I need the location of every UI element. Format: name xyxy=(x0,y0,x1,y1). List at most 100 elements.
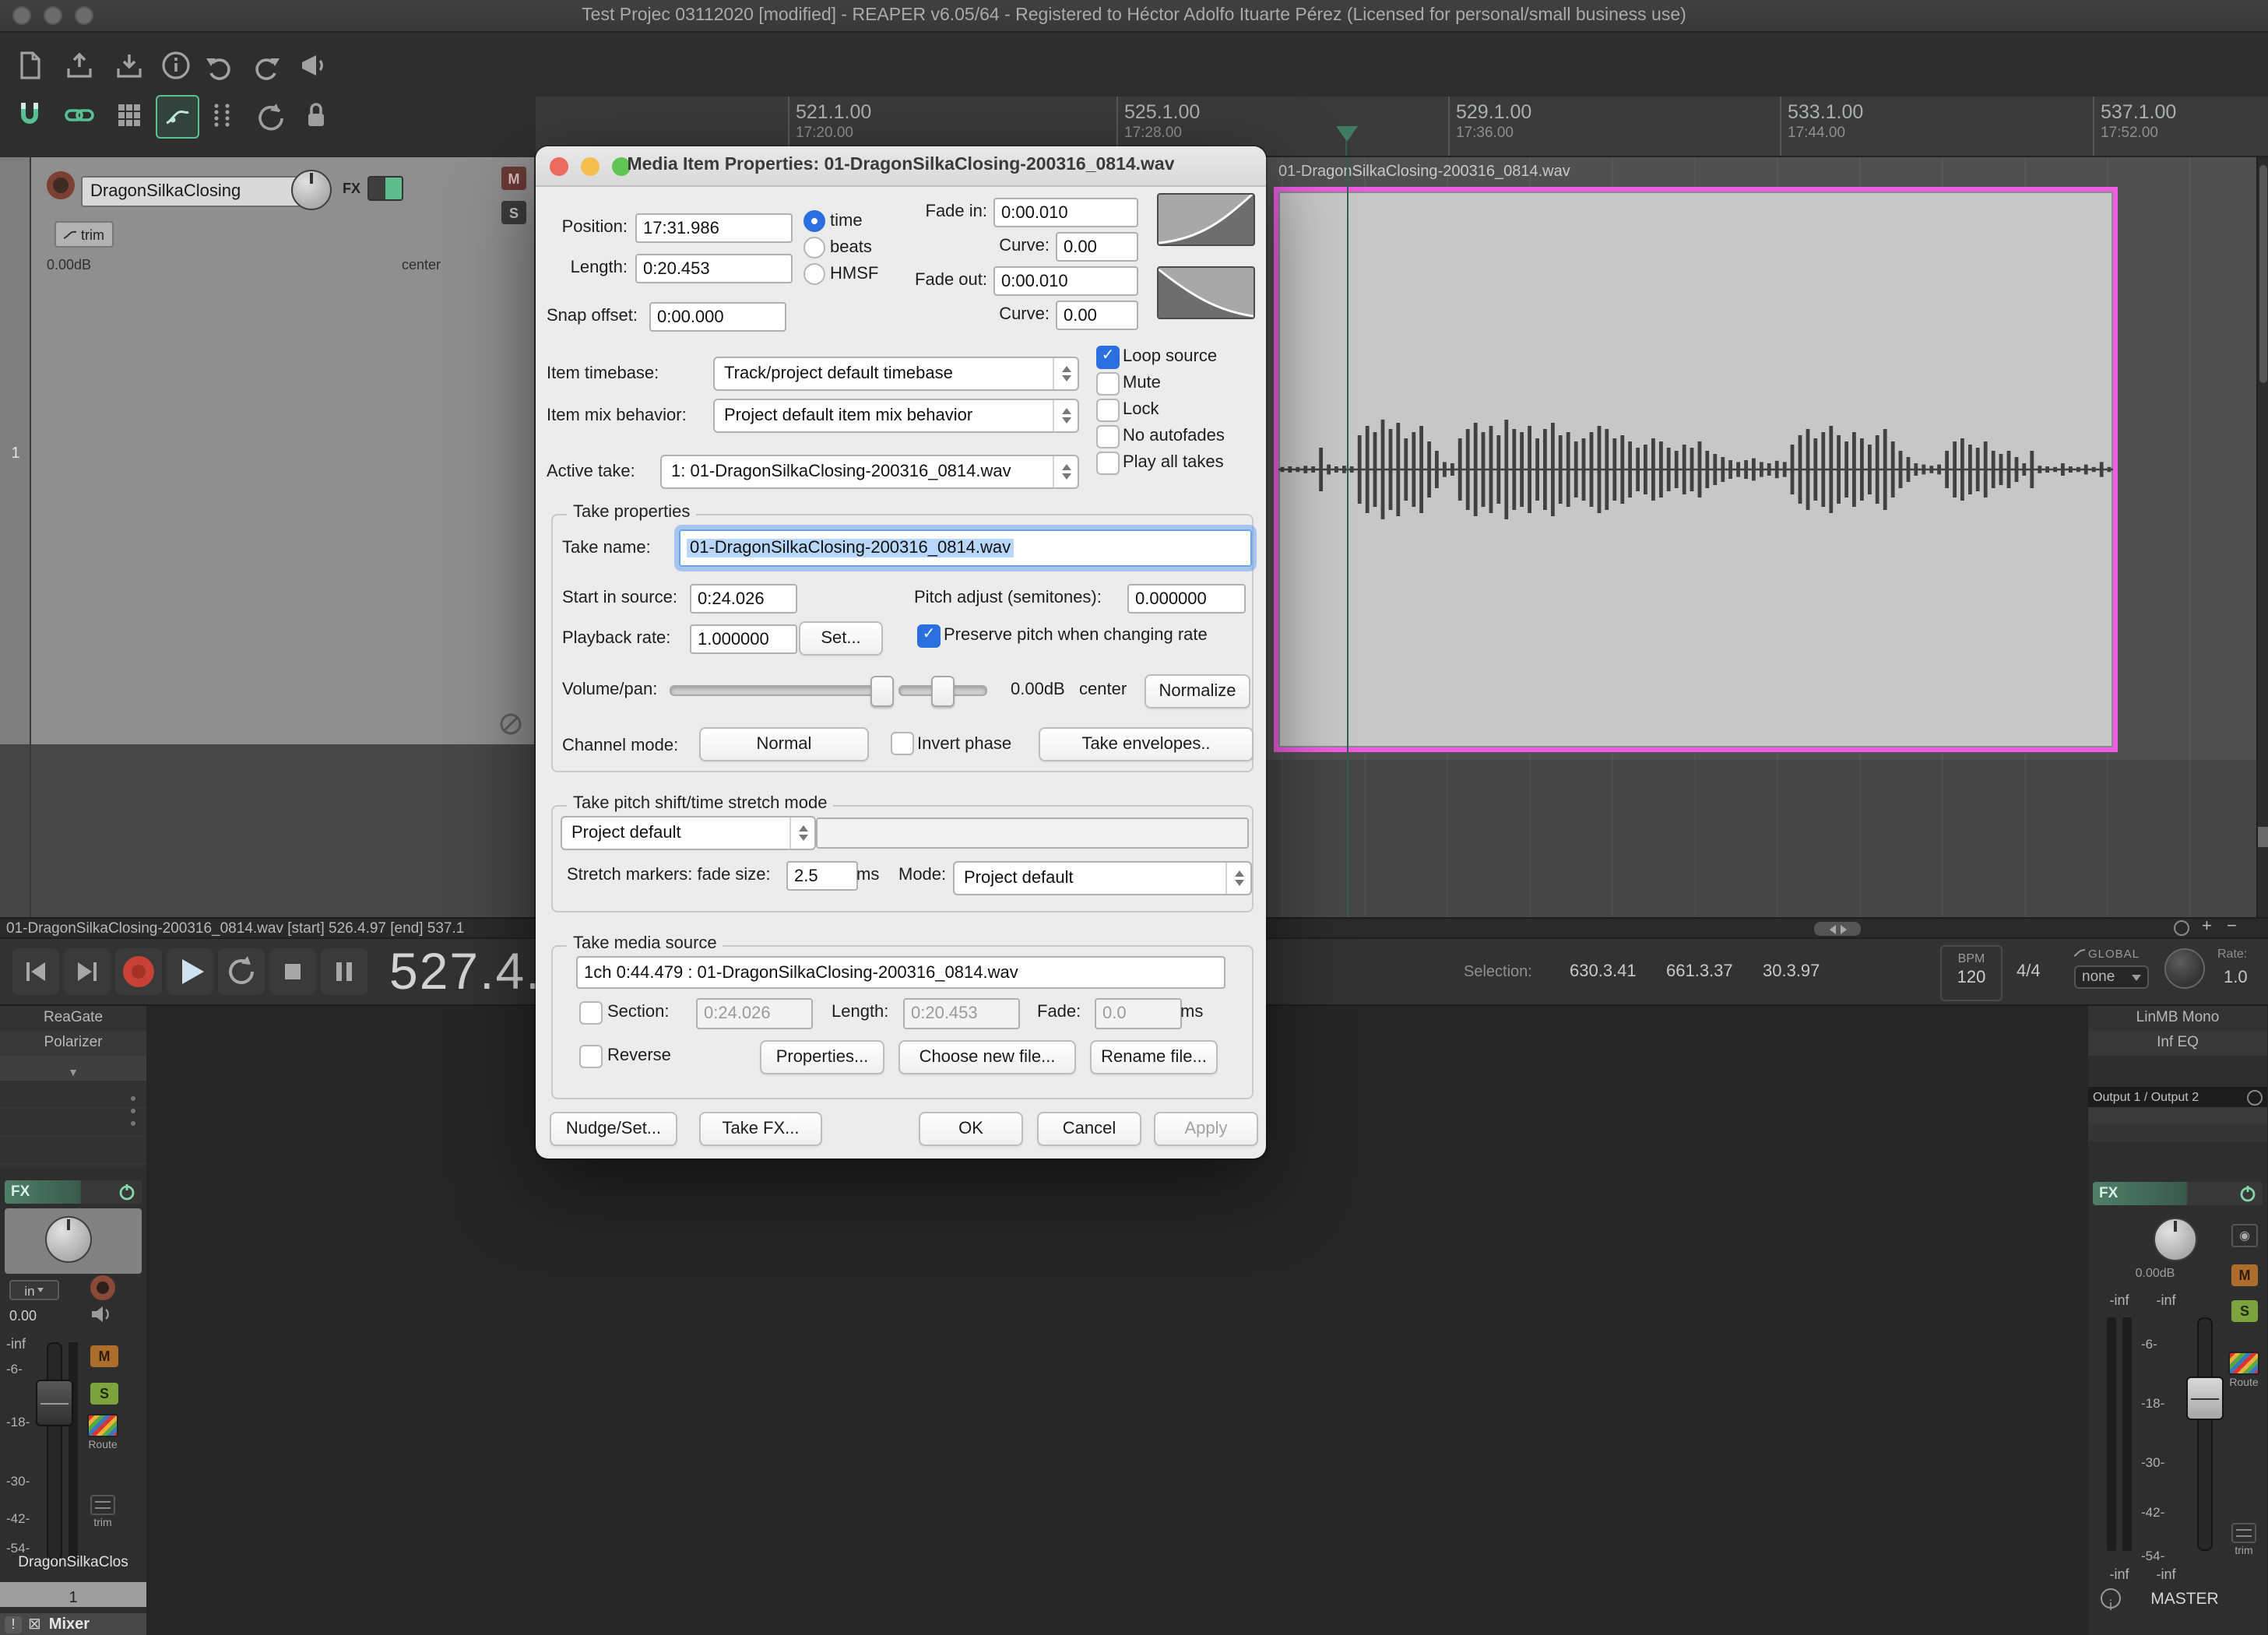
selection-start[interactable]: 630.3.41 xyxy=(1570,962,1637,981)
snap-offset-input[interactable]: 0:00.000 xyxy=(649,302,786,332)
mixer-solo-button[interactable]: S xyxy=(90,1383,118,1405)
mono-stereo-icon[interactable]: ◉ xyxy=(2231,1224,2258,1247)
rate-value[interactable]: 1.0 xyxy=(2224,969,2248,987)
save-project-icon[interactable] xyxy=(109,45,149,86)
fx-enable-toggle[interactable] xyxy=(367,176,403,201)
vertical-scrollbar[interactable] xyxy=(2256,157,2268,917)
magnet-snap-icon[interactable] xyxy=(9,95,50,135)
media-source-field[interactable]: 1ch 0:44.479 : 01-DragonSilkaClosing-200… xyxy=(576,956,1225,989)
take-envelopes-button[interactable]: Take envelopes.. xyxy=(1039,727,1254,761)
zoom-in-icon[interactable]: + xyxy=(2202,917,2212,936)
rename-file-button[interactable]: Rename file... xyxy=(1090,1040,1218,1074)
stop-button[interactable] xyxy=(269,948,316,995)
record-arm-button[interactable] xyxy=(47,171,75,199)
zoom-out-icon[interactable]: − xyxy=(2227,917,2237,936)
volume-slider[interactable] xyxy=(670,685,894,696)
docker-tab-mixer[interactable]: Mixer xyxy=(49,1616,90,1633)
no-autofades-checkbox[interactable] xyxy=(1096,425,1120,448)
master-trim-icon[interactable] xyxy=(2231,1523,2256,1543)
normalize-button[interactable]: Normalize xyxy=(1145,674,1250,708)
fade-in-curve-input[interactable]: 0.00 xyxy=(1056,232,1138,262)
stretch-mode-select[interactable]: Project default xyxy=(953,861,1252,895)
volume-fader-track[interactable] xyxy=(47,1342,62,1560)
track-name-input[interactable]: DragonSilkaClosing xyxy=(81,176,305,207)
alert-icon[interactable]: ! xyxy=(5,1616,22,1633)
megaphone-icon[interactable] xyxy=(293,45,333,86)
playback-rate-input[interactable]: 1.000000 xyxy=(690,624,797,654)
master-fader-handle[interactable] xyxy=(2186,1377,2224,1420)
mixer-record-arm-button[interactable] xyxy=(90,1275,115,1300)
ok-button[interactable]: OK xyxy=(919,1112,1023,1146)
master-mixer-strip[interactable]: LinMB MonoInf EQ Output 1 / Output 2 FX … xyxy=(2088,1006,2267,1635)
pitch-submode-field[interactable] xyxy=(816,818,1249,849)
track-control-panel[interactable]: DragonSilkaClosing FX M S trim 0.00dB ce… xyxy=(31,157,536,917)
take-fx-button[interactable]: Take FX... xyxy=(699,1112,822,1146)
lock-checkbox[interactable] xyxy=(1096,399,1120,422)
volume-slider-handle[interactable] xyxy=(870,676,894,707)
power-icon[interactable] xyxy=(2239,1185,2256,1202)
grid-blocks-icon[interactable] xyxy=(109,95,149,135)
cancel-button[interactable]: Cancel xyxy=(1037,1112,1141,1146)
active-take-select[interactable]: 1: 01-DragonSilkaClosing-200316_0814.wav xyxy=(660,455,1079,489)
pan-slider-handle[interactable] xyxy=(931,676,955,707)
speaker-icon[interactable] xyxy=(90,1305,115,1324)
project-info-icon[interactable] xyxy=(156,45,196,86)
hscroll-widget[interactable] xyxy=(1814,922,1861,936)
hmsf-radio[interactable] xyxy=(803,263,825,285)
mixer-pan-knob[interactable] xyxy=(45,1216,92,1263)
preserve-pitch-checkbox[interactable]: ✓ xyxy=(917,624,941,648)
pitch-adjust-input[interactable]: 0.000000 xyxy=(1127,584,1246,614)
route-icon[interactable] xyxy=(87,1414,118,1437)
volume-fader-handle[interactable] xyxy=(36,1380,73,1426)
redo-icon[interactable] xyxy=(246,45,287,86)
section-checkbox[interactable] xyxy=(579,1001,603,1025)
track-mixer-strip[interactable]: ReaGatePolarizer ▼ FX in 0.00 -inf M S R… xyxy=(0,1006,146,1635)
zoom-widget[interactable] xyxy=(2258,827,2268,847)
no-envelopes-icon[interactable] xyxy=(498,712,523,737)
bpm-box[interactable]: BPM 120 xyxy=(1940,945,2003,1001)
fade-in-input[interactable]: 0:00.010 xyxy=(993,198,1138,227)
item-mix-select[interactable]: Project default item mix behavior xyxy=(713,399,1079,433)
apply-button[interactable]: Apply xyxy=(1154,1112,1258,1146)
nudge-set-button[interactable]: Nudge/Set... xyxy=(550,1112,677,1146)
trim-icon[interactable] xyxy=(90,1495,115,1515)
start-in-source-input[interactable]: 0:24.026 xyxy=(690,584,797,614)
invert-phase-checkbox[interactable] xyxy=(891,732,914,755)
info-icon[interactable]: i xyxy=(2101,1588,2121,1609)
set-rate-button[interactable]: Set... xyxy=(799,621,883,656)
record-button[interactable] xyxy=(115,948,162,995)
track-solo-button[interactable]: S xyxy=(501,201,526,224)
stretch-fade-input[interactable]: 2.5 xyxy=(786,861,858,891)
position-input[interactable]: 17:31.986 xyxy=(635,213,793,243)
dots-grid-icon[interactable] xyxy=(202,95,243,135)
take-name-input[interactable]: 01-DragonSilkaClosing-200316_0814.wav xyxy=(679,529,1252,567)
edit-cursor-marker[interactable] xyxy=(1336,126,1358,142)
fade-in-curve-button[interactable] xyxy=(1157,193,1255,246)
section-length-input[interactable]: 0:20.453 xyxy=(903,998,1020,1029)
track-mute-button[interactable]: M xyxy=(501,167,526,190)
section-fade-input[interactable]: 0.0 xyxy=(1095,998,1182,1029)
section-start-input[interactable]: 0:24.026 xyxy=(696,998,813,1029)
master-route-icon[interactable] xyxy=(2228,1352,2259,1375)
global-automation-select[interactable]: none xyxy=(2074,965,2149,989)
mixer-mute-button[interactable]: M xyxy=(90,1345,118,1367)
new-project-icon[interactable] xyxy=(9,45,50,86)
vertical-scrollbar-handle[interactable] xyxy=(2259,165,2267,383)
fade-out-curve-button[interactable] xyxy=(1157,266,1255,319)
fade-out-input[interactable]: 0:00.010 xyxy=(993,266,1138,296)
power-icon[interactable] xyxy=(118,1183,135,1201)
zoom-reset-icon[interactable] xyxy=(2174,920,2189,936)
pitch-mode-select[interactable]: Project default xyxy=(561,816,816,850)
loop-icon[interactable] xyxy=(249,95,290,135)
beats-radio[interactable] xyxy=(803,237,825,258)
play-all-takes-checkbox[interactable] xyxy=(1096,452,1120,475)
mixer-track-name[interactable]: DragonSilkaClos xyxy=(0,1554,146,1571)
go-to-end-button[interactable] xyxy=(64,948,111,995)
play-button[interactable] xyxy=(167,948,213,995)
lock-icon[interactable] xyxy=(296,95,336,135)
master-fader-track[interactable] xyxy=(2197,1317,2213,1551)
go-to-start-button[interactable] xyxy=(12,948,59,995)
source-properties-button[interactable]: Properties... xyxy=(760,1040,884,1074)
selection-end[interactable]: 661.3.37 xyxy=(1666,962,1733,981)
docker-close-icon[interactable]: ⊠ xyxy=(28,1616,41,1633)
